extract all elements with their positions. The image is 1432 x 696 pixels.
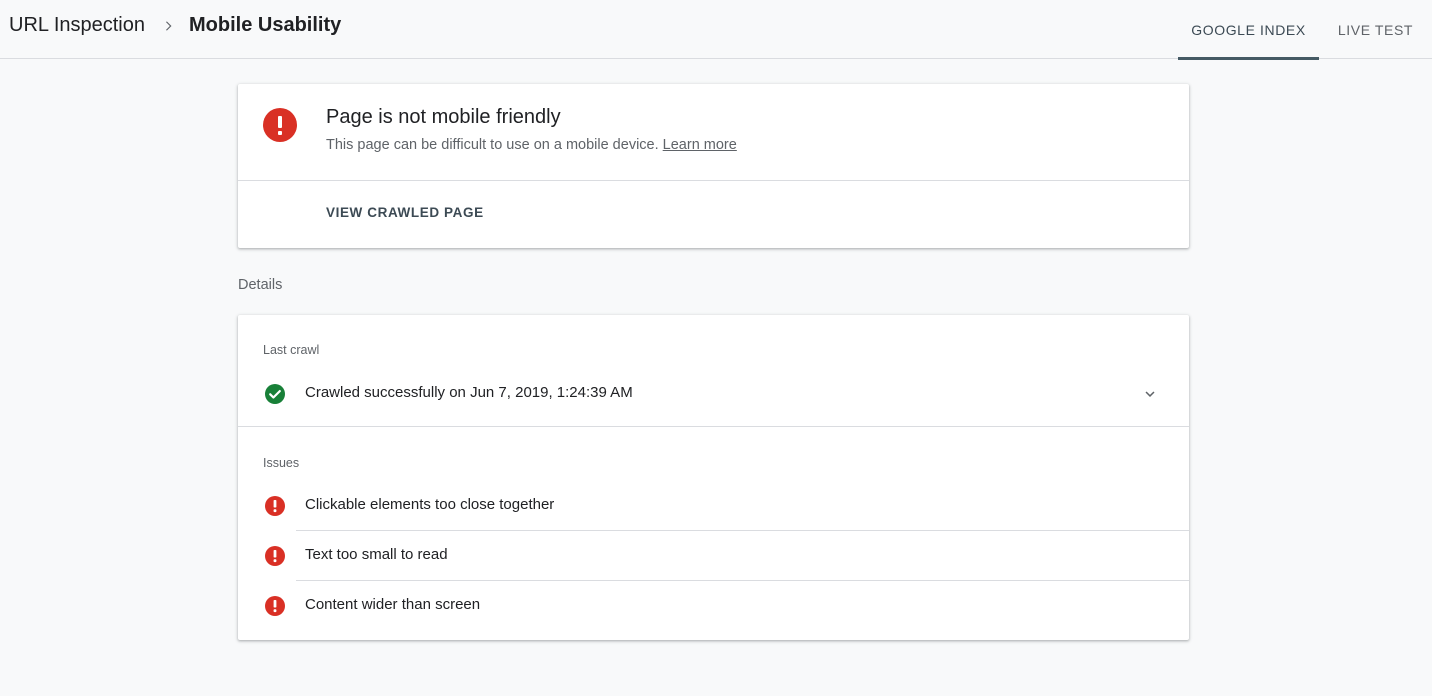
check-circle-icon — [264, 383, 286, 405]
status-summary: Page is not mobile friendly This page ca… — [238, 84, 1189, 181]
learn-more-link[interactable]: Learn more — [663, 137, 737, 153]
status-card: Page is not mobile friendly This page ca… — [238, 84, 1189, 248]
issues-label: Issues — [263, 456, 300, 470]
issue-text: Content wider than screen — [305, 596, 481, 613]
last-crawl-row[interactable]: Crawled successfully on Jun 7, 2019, 1:2… — [238, 372, 1189, 416]
breadcrumb-current: Mobile Usability — [189, 14, 342, 36]
issue-row[interactable]: Clickable elements too close together — [238, 481, 1189, 531]
breadcrumb-root[interactable]: URL Inspection — [9, 14, 145, 37]
tab-google-index[interactable]: GOOGLE INDEX — [1178, 0, 1319, 60]
tab-live-test[interactable]: LIVE TEST — [1319, 0, 1432, 59]
chevron-right-icon — [161, 19, 175, 33]
error-icon — [263, 108, 297, 142]
issue-text: Text too small to read — [305, 546, 448, 563]
last-crawl-label: Last crawl — [263, 343, 320, 357]
error-icon — [264, 545, 286, 567]
top-bar: URL Inspection Mobile Usability GOOGLE I… — [0, 0, 1432, 60]
breadcrumb: URL Inspection Mobile Usability — [9, 14, 341, 37]
issue-text: Clickable elements too close together — [305, 496, 555, 513]
issue-row[interactable]: Text too small to read — [238, 531, 1189, 581]
details-card: Last crawl Crawled successfully on Jun 7… — [238, 315, 1189, 640]
tab-bar: GOOGLE INDEX LIVE TEST — [1178, 0, 1432, 60]
status-title: Page is not mobile friendly — [326, 106, 561, 128]
details-heading: Details — [238, 277, 283, 293]
error-icon — [264, 495, 286, 517]
status-description-text: This page can be difficult to use on a m… — [326, 137, 659, 153]
error-icon — [264, 595, 286, 617]
status-description: This page can be difficult to use on a m… — [326, 137, 737, 153]
last-crawl-text: Crawled successfully on Jun 7, 2019, 1:2… — [305, 384, 633, 401]
chevron-down-icon[interactable] — [1141, 385, 1159, 403]
section-divider — [238, 426, 1189, 427]
issue-row[interactable]: Content wider than screen — [238, 581, 1189, 631]
view-crawled-page-button[interactable]: VIEW CRAWLED PAGE — [326, 205, 484, 220]
